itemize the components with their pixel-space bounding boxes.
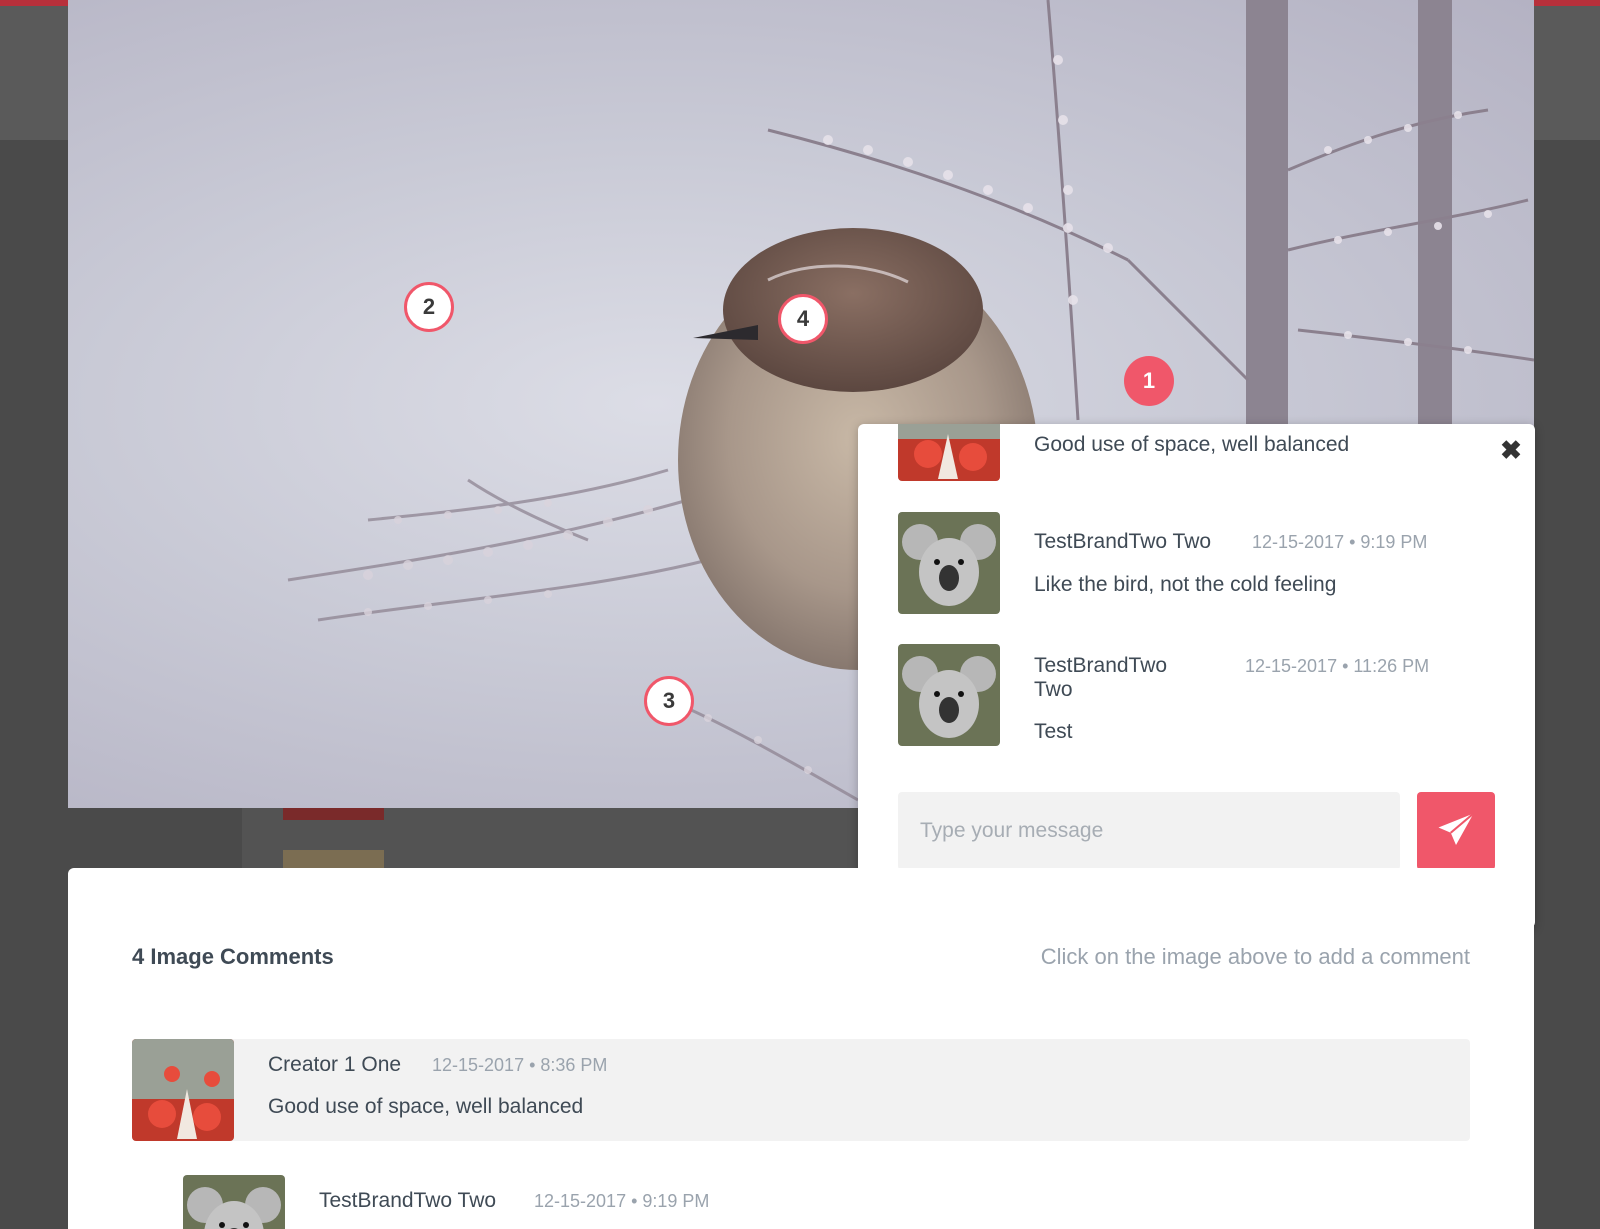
comment-row[interactable]: Creator 1 One 12-15-2017 • 8:36 PM Good …	[132, 1039, 1470, 1141]
comment-text: Good use of space, well balanced	[1034, 433, 1350, 456]
comment-author: Creator 1 One	[268, 1053, 402, 1076]
comments-count: 4 Image Comments	[132, 944, 334, 969]
comment-text: Test	[1034, 720, 1073, 743]
comment-timestamp: 12-15-2017 • 9:19 PM	[1252, 532, 1428, 552]
popover-comment: TestBrandTwo Two 12-15-2017 • 11:26 PM T…	[898, 644, 1458, 746]
comment-author: TestBrandTwo Two	[1034, 654, 1168, 701]
gnome-avatar	[898, 424, 1000, 481]
comment-timestamp: 12-15-2017 • 9:19 PM	[534, 1191, 710, 1211]
comment-marker-1[interactable]: 1	[1124, 356, 1174, 406]
paper-plane-icon	[1438, 812, 1475, 845]
comment-marker-3[interactable]: 3	[644, 676, 694, 726]
comment-text: Like the bird, not the cold feeling	[1034, 573, 1337, 596]
image-comments-card: 4 Image Comments Click on the image abov…	[68, 868, 1534, 1229]
comment-timestamp: 12-15-2017 • 11:26 PM	[1245, 656, 1430, 676]
comment-thread-popover: ✖ Good use of space, well balanced TestB…	[858, 424, 1535, 928]
koala-avatar	[898, 644, 1000, 746]
koala-avatar	[183, 1175, 285, 1229]
gnome-avatar	[132, 1039, 234, 1141]
comment-marker-4[interactable]: 4	[778, 294, 828, 344]
background-thumbnail	[283, 850, 384, 870]
comment-author: TestBrandTwo Two	[1034, 530, 1212, 553]
koala-avatar	[898, 512, 1000, 614]
comment-text: Good use of space, well balanced	[268, 1095, 584, 1118]
popover-comment: TestBrandTwo Two 12-15-2017 • 9:19 PM Li…	[898, 512, 1458, 614]
comment-marker-2[interactable]: 2	[404, 282, 454, 332]
close-icon[interactable]: ✖	[1497, 435, 1525, 465]
add-comment-hint: Click on the image above to add a commen…	[1040, 944, 1470, 969]
send-button[interactable]	[1417, 792, 1495, 870]
comment-author: TestBrandTwo Two	[319, 1189, 497, 1212]
comment-row[interactable]: TestBrandTwo Two 12-15-2017 • 9:19 PM	[183, 1175, 1470, 1229]
message-input[interactable]	[898, 792, 1400, 870]
comment-timestamp: 12-15-2017 • 8:36 PM	[432, 1055, 608, 1075]
popover-comment: Good use of space, well balanced	[898, 424, 1458, 481]
